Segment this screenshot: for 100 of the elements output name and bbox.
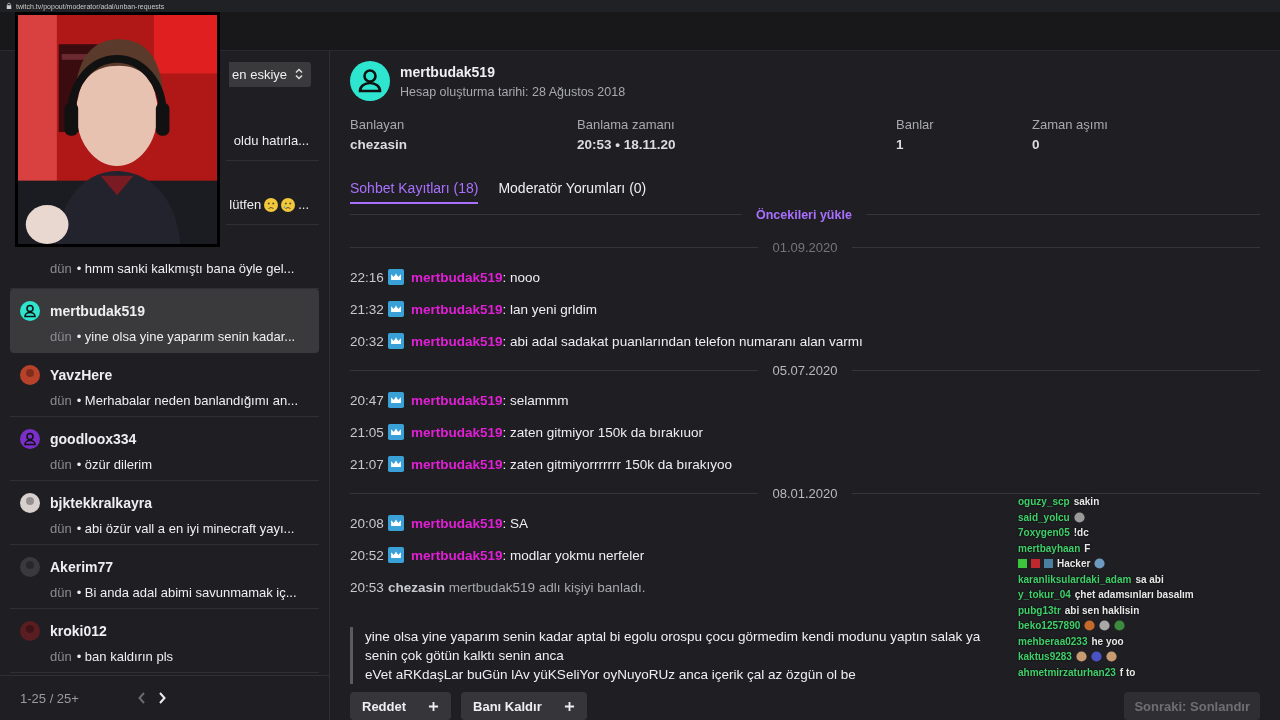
date-divider-label: 01.09.2020 xyxy=(772,240,838,255)
chat-username: beko1257890 xyxy=(1018,620,1081,632)
stat-label: Banlar xyxy=(896,117,935,132)
request-message: • Merhabalar neden banlandığımı an... xyxy=(76,393,299,408)
message-time: 21:05 xyxy=(350,424,384,440)
tab[interactable]: Sohbet Kayıtları (18) xyxy=(350,180,479,204)
ellipsis-text: ... xyxy=(298,197,309,212)
sort-dropdown[interactable]: en eskiye xyxy=(229,61,311,87)
request-item[interactable]: oldu hatırla... xyxy=(226,97,319,161)
request-time: dün xyxy=(50,329,72,344)
lock-icon xyxy=(6,2,12,10)
crown-badge-icon xyxy=(388,424,404,440)
stat-label: Banlama zamanı xyxy=(577,117,676,132)
message-time: 20:32 xyxy=(350,333,384,349)
chat-username: ahmetmirzaturhan23 xyxy=(1018,666,1116,678)
message-time: 20:08 xyxy=(350,515,384,531)
chat-text: çhet adamsınları basalım xyxy=(1074,589,1194,601)
request-item[interactable]: YavzHere dün • Merhabalar neden banlandığımı an... xyxy=(10,353,319,417)
username: goodloox334 xyxy=(50,431,137,447)
chat-username: pubg13tr xyxy=(1018,604,1061,616)
plus-icon xyxy=(428,700,440,712)
updown-icon xyxy=(295,68,303,80)
crown-badge-icon xyxy=(388,269,404,285)
page-range: 1-25 / 25+ xyxy=(20,690,79,706)
date-divider-label: 05.07.2020 xyxy=(772,363,838,378)
chat-username: said_yolcu xyxy=(1018,511,1070,523)
chat-username: mertbayhaan xyxy=(1018,542,1081,554)
chat-username: karanliksulardaki_adam xyxy=(1018,573,1132,585)
request-message: • Bi anda adal abimi savunmamak iç... xyxy=(76,585,297,600)
request-message: lütfen xyxy=(229,197,262,212)
sad-face-icon xyxy=(264,197,279,212)
stat-value: 20:53 • 18.11.20 xyxy=(577,137,677,152)
request-time: dün xyxy=(50,457,72,472)
request-item[interactable]: bjktekkralkayra dün • abi özür vall a en iyi minecraft yayı... xyxy=(10,481,319,545)
chat-text: f to xyxy=(1119,666,1136,678)
chat-message: mertbudak519: lan yeni grldim xyxy=(411,301,598,317)
date-divider-label: 08.01.2020 xyxy=(772,486,838,501)
tab[interactable]: Moderatör Yorumları (0) xyxy=(498,180,647,204)
request-time: dün xyxy=(50,585,72,600)
chat-text: !dc xyxy=(1073,527,1089,539)
username: mertbudak519 xyxy=(400,63,496,80)
request-time: dün xyxy=(50,521,72,536)
request-item[interactable]: mertbudak519 dün • yine olsa yine yaparım senin kadar... xyxy=(10,289,319,353)
crown-badge-icon xyxy=(388,515,404,531)
stat-value: chezasin xyxy=(350,137,409,152)
message-time: 20:47 xyxy=(350,392,384,408)
message-time: 20:52 xyxy=(350,547,384,563)
stat-value: 1 xyxy=(896,137,905,152)
chat-text: F xyxy=(1084,542,1091,554)
username: mertbudak519 xyxy=(50,303,145,319)
request-message: • yine olsa yine yaparım senin kadar... xyxy=(76,329,296,344)
request-message: • hmm sanki kalkmıştı bana öyle gel... xyxy=(76,261,295,276)
chat-message: mertbudak519: nooo xyxy=(411,269,541,285)
chat-message: mertbudak519: abi adal sadakat puanlarından telefon numaranı alan varmı xyxy=(411,333,863,349)
chat-message: mertbudak519: zaten gitmiyor 150k da bırakıuor xyxy=(411,424,703,440)
request-item[interactable]: goodloox334 dün • özür dilerim xyxy=(10,417,319,481)
chat-text: abi sen haklisin xyxy=(1064,604,1140,616)
next-page-icon[interactable] xyxy=(156,691,167,705)
account-created-date: Hesap oluşturma tarihi: 28 Ağustos 2018 xyxy=(400,84,626,99)
chat-message: mertbudak519: modlar yokmu nerfeler xyxy=(411,547,645,563)
load-earlier-link[interactable]: Öncekileri yükle xyxy=(756,207,852,222)
chat-username: y_tokur_04 xyxy=(1018,589,1071,601)
request-message: • özür dilerim xyxy=(76,457,153,472)
request-time: dün xyxy=(50,649,72,664)
chat-username: kaktus9283 xyxy=(1018,651,1072,663)
crown-badge-icon xyxy=(388,547,404,563)
message-time: 20:53 xyxy=(350,579,384,595)
username: kroki012 xyxy=(50,623,107,639)
request-time: dün xyxy=(50,261,72,276)
username: YavzHere xyxy=(50,367,113,383)
username: Akerim77 xyxy=(50,559,114,575)
chat-text: sakin xyxy=(1073,496,1100,508)
crown-badge-icon xyxy=(388,301,404,317)
chat-text: Hacker xyxy=(1057,558,1091,570)
message-time: 21:32 xyxy=(350,301,384,317)
chat-text: sa abi xyxy=(1135,573,1164,585)
request-message: • ban kaldırın pls xyxy=(76,649,174,664)
action-button[interactable]: Reddet xyxy=(350,692,452,720)
ban-notice: chezasin mertbudak519 adlı kişiyi banladı. xyxy=(388,579,646,595)
action-button[interactable]: Banı Kaldır xyxy=(461,692,587,720)
stat-value: 0 xyxy=(1032,137,1041,152)
crown-badge-icon xyxy=(388,392,404,408)
stat-label: Zaman aşımı xyxy=(1032,117,1109,132)
chat-message: mertbudak519: SA xyxy=(411,515,529,531)
request-item[interactable]: kroki012 dün • ban kaldırın pls xyxy=(10,609,319,673)
plus-icon xyxy=(563,700,575,712)
message-time: 22:16 xyxy=(350,269,384,285)
request-item[interactable]: Akerim77 dün • Bi anda adal abimi savunmamak iç... xyxy=(10,545,319,609)
request-time: dün xyxy=(50,393,72,408)
request-message: • abi özür vall a en iyi minecraft yayı... xyxy=(76,521,295,536)
quoted-message: yine olsa yine yaparım senin kadar aptal bi egolu orospu çocu görmedim kendi modunu yaptın salak ya senin çok götün kalktı senin anca eVet aRKdaşLar buGün lAv yüKSeliYor oyNuyoRUz anca içerik çal az özgün ol be xyxy=(350,627,1005,684)
chat-message: mertbudak519: selammm xyxy=(411,392,569,408)
chat-message: mertbudak519: zaten gitmiyorrrrrrr 150k da bırakıyoo xyxy=(411,456,733,472)
request-message: oldu hatırla... xyxy=(233,133,309,148)
username: bjktekkralkayra xyxy=(50,495,152,511)
chat-username: mehberaa0233 xyxy=(1018,635,1088,647)
request-item[interactable]: lütfen ... xyxy=(226,161,319,225)
crown-badge-icon xyxy=(388,333,404,349)
chat-username: oguzy_scp xyxy=(1018,496,1070,508)
chat-text: he yoo xyxy=(1091,635,1124,647)
